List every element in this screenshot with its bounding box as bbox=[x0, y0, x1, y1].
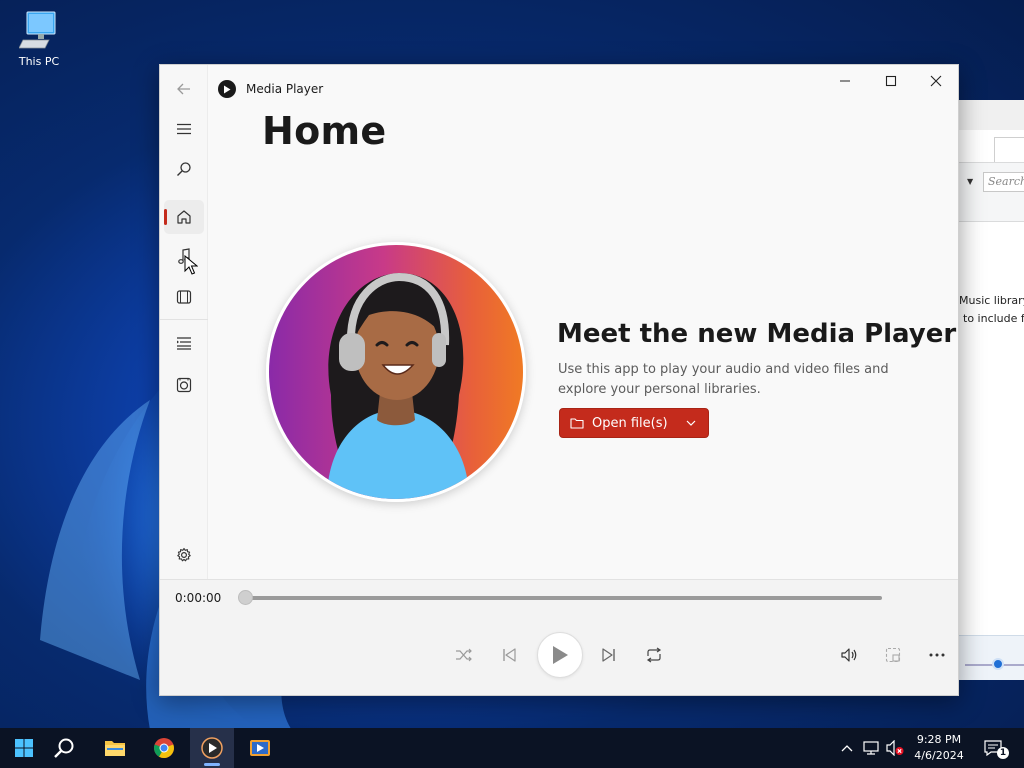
volume-muted-icon bbox=[886, 740, 904, 756]
page-title: Home bbox=[262, 109, 387, 153]
taskbar-file-explorer[interactable] bbox=[93, 728, 137, 768]
play-button[interactable] bbox=[537, 632, 583, 678]
folder-icon bbox=[570, 418, 584, 429]
folder-icon bbox=[105, 741, 125, 756]
mouse-cursor-icon bbox=[184, 255, 198, 275]
taskbar-media-player[interactable] bbox=[190, 728, 234, 768]
close-button[interactable] bbox=[913, 65, 959, 97]
tray-overflow-button[interactable] bbox=[838, 728, 856, 768]
library-message: Music library to include f bbox=[959, 292, 1024, 328]
library-message-line: to include f bbox=[963, 312, 1024, 325]
chevron-up-icon bbox=[841, 745, 853, 752]
media-player-icon bbox=[201, 737, 223, 759]
desktop-icon-label: This PC bbox=[18, 55, 60, 68]
shuffle-icon bbox=[456, 648, 472, 662]
repeat-icon bbox=[646, 647, 662, 663]
home-icon bbox=[177, 210, 191, 224]
system-clock[interactable]: 9:28 PM 4/6/2024 bbox=[908, 732, 970, 764]
previous-button[interactable] bbox=[492, 638, 526, 672]
shuffle-button[interactable] bbox=[447, 638, 481, 672]
navigation-rail bbox=[160, 65, 208, 579]
chevron-down-icon[interactable]: ▼ bbox=[967, 177, 973, 186]
background-explorer-window[interactable]: ▼ Search Music library to include f bbox=[958, 100, 1024, 680]
more-options-button[interactable] bbox=[920, 638, 954, 672]
promo-headline: Meet the new Media Player bbox=[557, 319, 957, 349]
notification-badge: 1 bbox=[997, 747, 1009, 759]
tray-network[interactable] bbox=[861, 728, 881, 768]
nav-play-queue[interactable] bbox=[164, 326, 204, 360]
taskbar-windows-media-player[interactable] bbox=[238, 728, 282, 768]
hamburger-icon bbox=[177, 123, 191, 135]
skip-back-icon bbox=[503, 648, 516, 662]
media-player-logo-icon bbox=[218, 80, 236, 98]
ribbon-tab[interactable] bbox=[994, 137, 1024, 163]
minimize-icon bbox=[840, 80, 850, 82]
skip-forward-icon bbox=[602, 648, 615, 662]
close-icon bbox=[930, 75, 942, 87]
nav-home[interactable] bbox=[164, 200, 204, 234]
more-icon bbox=[929, 653, 945, 657]
repeat-button[interactable] bbox=[637, 638, 671, 672]
search-icon bbox=[54, 738, 74, 758]
volume-button[interactable] bbox=[832, 638, 866, 672]
media-player-window: Media Player Home Meet the new Media Pla… bbox=[159, 64, 959, 696]
headphones-person-illustration bbox=[269, 245, 523, 499]
promo-description: Use this app to play your audio and vide… bbox=[558, 362, 889, 397]
nav-divider bbox=[160, 319, 208, 320]
chevron-down-icon bbox=[686, 420, 696, 426]
start-button[interactable] bbox=[2, 728, 46, 768]
app-titlebar: Media Player bbox=[218, 79, 323, 99]
next-button[interactable] bbox=[592, 638, 626, 672]
seek-bar-thumb[interactable] bbox=[238, 590, 253, 605]
mini-player-button[interactable] bbox=[876, 638, 910, 672]
library-message-line: Music library bbox=[959, 294, 1024, 307]
playlist-icon bbox=[176, 377, 192, 393]
back-arrow-icon bbox=[177, 83, 190, 95]
bottom-panel bbox=[959, 635, 1024, 680]
search-icon bbox=[177, 162, 191, 176]
chrome-icon bbox=[154, 738, 174, 759]
seek-bar-track[interactable] bbox=[246, 596, 882, 600]
network-icon bbox=[863, 741, 879, 755]
window-titlebar bbox=[959, 100, 1024, 130]
nav-video[interactable] bbox=[164, 280, 204, 314]
film-icon bbox=[176, 290, 192, 304]
windows-media-player-icon bbox=[250, 740, 270, 756]
taskbar: 9:28 PM 4/6/2024 1 bbox=[0, 728, 1024, 768]
taskbar-search-button[interactable] bbox=[42, 728, 86, 768]
open-files-label: Open file(s) bbox=[592, 415, 668, 431]
taskbar-chrome[interactable] bbox=[142, 728, 186, 768]
playback-controls-bar: 0:00:00 bbox=[160, 579, 958, 695]
address-bar-area bbox=[959, 162, 1024, 222]
open-files-button[interactable]: Open file(s) bbox=[559, 408, 709, 438]
search-input[interactable]: Search bbox=[983, 172, 1024, 192]
tray-volume[interactable] bbox=[884, 728, 906, 768]
open-files-dropdown[interactable] bbox=[674, 409, 708, 437]
nav-settings[interactable] bbox=[164, 538, 204, 572]
elapsed-time: 0:00:00 bbox=[175, 591, 222, 605]
clock-date: 4/6/2024 bbox=[914, 749, 964, 762]
volume-icon bbox=[841, 648, 857, 662]
desktop-icon-this-pc[interactable]: This PC bbox=[10, 10, 68, 68]
maximize-icon bbox=[885, 75, 897, 87]
windows-logo-icon bbox=[15, 739, 33, 757]
nav-search[interactable] bbox=[164, 152, 204, 186]
hero-illustration bbox=[266, 242, 526, 502]
play-icon bbox=[553, 646, 568, 664]
nav-playlists[interactable] bbox=[164, 368, 204, 402]
mini-player-icon bbox=[885, 647, 901, 663]
clock-time: 9:28 PM bbox=[916, 733, 962, 746]
nav-back[interactable] bbox=[164, 72, 204, 106]
gear-icon bbox=[177, 547, 191, 562]
nav-music[interactable] bbox=[164, 240, 204, 275]
app-title: Media Player bbox=[246, 82, 324, 96]
minimize-button[interactable] bbox=[822, 65, 868, 97]
nav-menu[interactable] bbox=[164, 112, 204, 146]
monitor-icon bbox=[19, 11, 56, 49]
slider-thumb[interactable] bbox=[992, 658, 1004, 670]
maximize-button[interactable] bbox=[868, 65, 914, 97]
queue-icon bbox=[177, 337, 191, 350]
